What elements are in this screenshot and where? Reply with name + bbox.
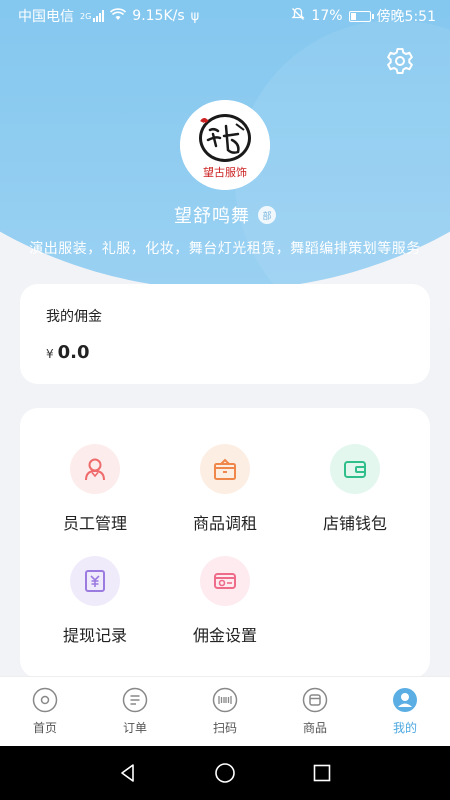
tab-scan[interactable]: 扫码 (180, 677, 270, 746)
back-icon (121, 764, 135, 782)
network-text: 2G (80, 12, 92, 21)
tab-goods[interactable]: 商品 (270, 677, 360, 746)
menu-label: 商品调租 (192, 514, 257, 533)
commission-title: 我的佣金 (46, 309, 102, 325)
wifi-icon (110, 7, 127, 25)
tab-profile[interactable]: 我的 (360, 677, 450, 746)
shop-logo: 望古服饰 (180, 100, 270, 190)
commission-amount: ¥ 0.0 (46, 342, 404, 363)
order-icon (122, 687, 148, 713)
shop-avatar[interactable]: 望古服饰 (180, 100, 270, 190)
menu-shop-wallet[interactable]: 店铺钱包 (295, 444, 415, 534)
menu-withdraw-records[interactable]: 提现记录 (35, 556, 155, 646)
currency-symbol: ¥ (46, 347, 54, 361)
speed-text: 9.15K/s (132, 8, 185, 24)
commission-card[interactable]: 我的佣金 ¥ 0.0 (20, 284, 430, 384)
bottom-tab-bar: 首页 订单 扫码 商品 我的 (0, 676, 450, 746)
profile-icon (393, 688, 417, 712)
recents-button[interactable] (307, 758, 337, 788)
battery-percent: 17% (311, 8, 343, 24)
home-button[interactable] (210, 758, 240, 788)
tab-label: 订单 (122, 721, 147, 735)
shop-description: 演出服装，礼服，化妆，舞台灯光租赁，舞蹈编排策划等服务 (29, 241, 421, 257)
mute-icon (291, 7, 305, 25)
staff-icon (70, 444, 120, 494)
recents-icon (313, 764, 330, 782)
system-nav-bar (0, 746, 450, 800)
usb-icon: ψ (190, 8, 200, 24)
home-icon (32, 687, 58, 713)
tab-orders[interactable]: 订单 (90, 677, 180, 746)
svg-text:望古服饰: 望古服饰 (203, 165, 247, 179)
menu-label: 佣金设置 (192, 626, 257, 645)
box-icon (200, 444, 250, 494)
tab-label: 首页 (32, 721, 57, 735)
home-circle-icon (215, 763, 235, 783)
menu-label: 员工管理 (62, 514, 127, 533)
withdraw-record-icon (70, 556, 120, 606)
shop-badge: 部 (258, 206, 276, 224)
carrier-text: 中国电信 (18, 9, 74, 25)
scan-icon (212, 687, 238, 713)
function-menu: 员工管理 商品调租 店铺钱包 提现记录 佣金设置 (20, 408, 430, 678)
tab-label: 商品 (302, 721, 327, 735)
tab-home[interactable]: 首页 (0, 677, 90, 746)
commission-settings-icon (200, 556, 250, 606)
commission-value: 0.0 (57, 342, 90, 363)
gear-icon (387, 48, 413, 74)
signal-icon (93, 10, 105, 22)
battery-icon (348, 10, 374, 22)
menu-goods-rental[interactable]: 商品调租 (165, 444, 285, 534)
status-bar: 中国电信 2G 9.15K/s ψ 17% 傍晚5:51 (0, 0, 450, 32)
menu-label: 店铺钱包 (322, 514, 387, 533)
goods-icon (302, 687, 328, 713)
menu-staff-management[interactable]: 员工管理 (35, 444, 155, 534)
tab-label: 我的 (392, 721, 417, 735)
menu-label: 提现记录 (62, 626, 127, 645)
shop-name: 望舒鸣舞 (174, 206, 250, 227)
settings-button[interactable] (383, 44, 417, 78)
shop-name-row: 望舒鸣舞 部 (0, 202, 450, 228)
clock: 傍晚5:51 (376, 9, 436, 25)
wallet-icon (330, 444, 380, 494)
tab-label: 扫码 (212, 721, 237, 735)
menu-commission-settings[interactable]: 佣金设置 (165, 556, 285, 646)
back-button[interactable] (113, 758, 143, 788)
